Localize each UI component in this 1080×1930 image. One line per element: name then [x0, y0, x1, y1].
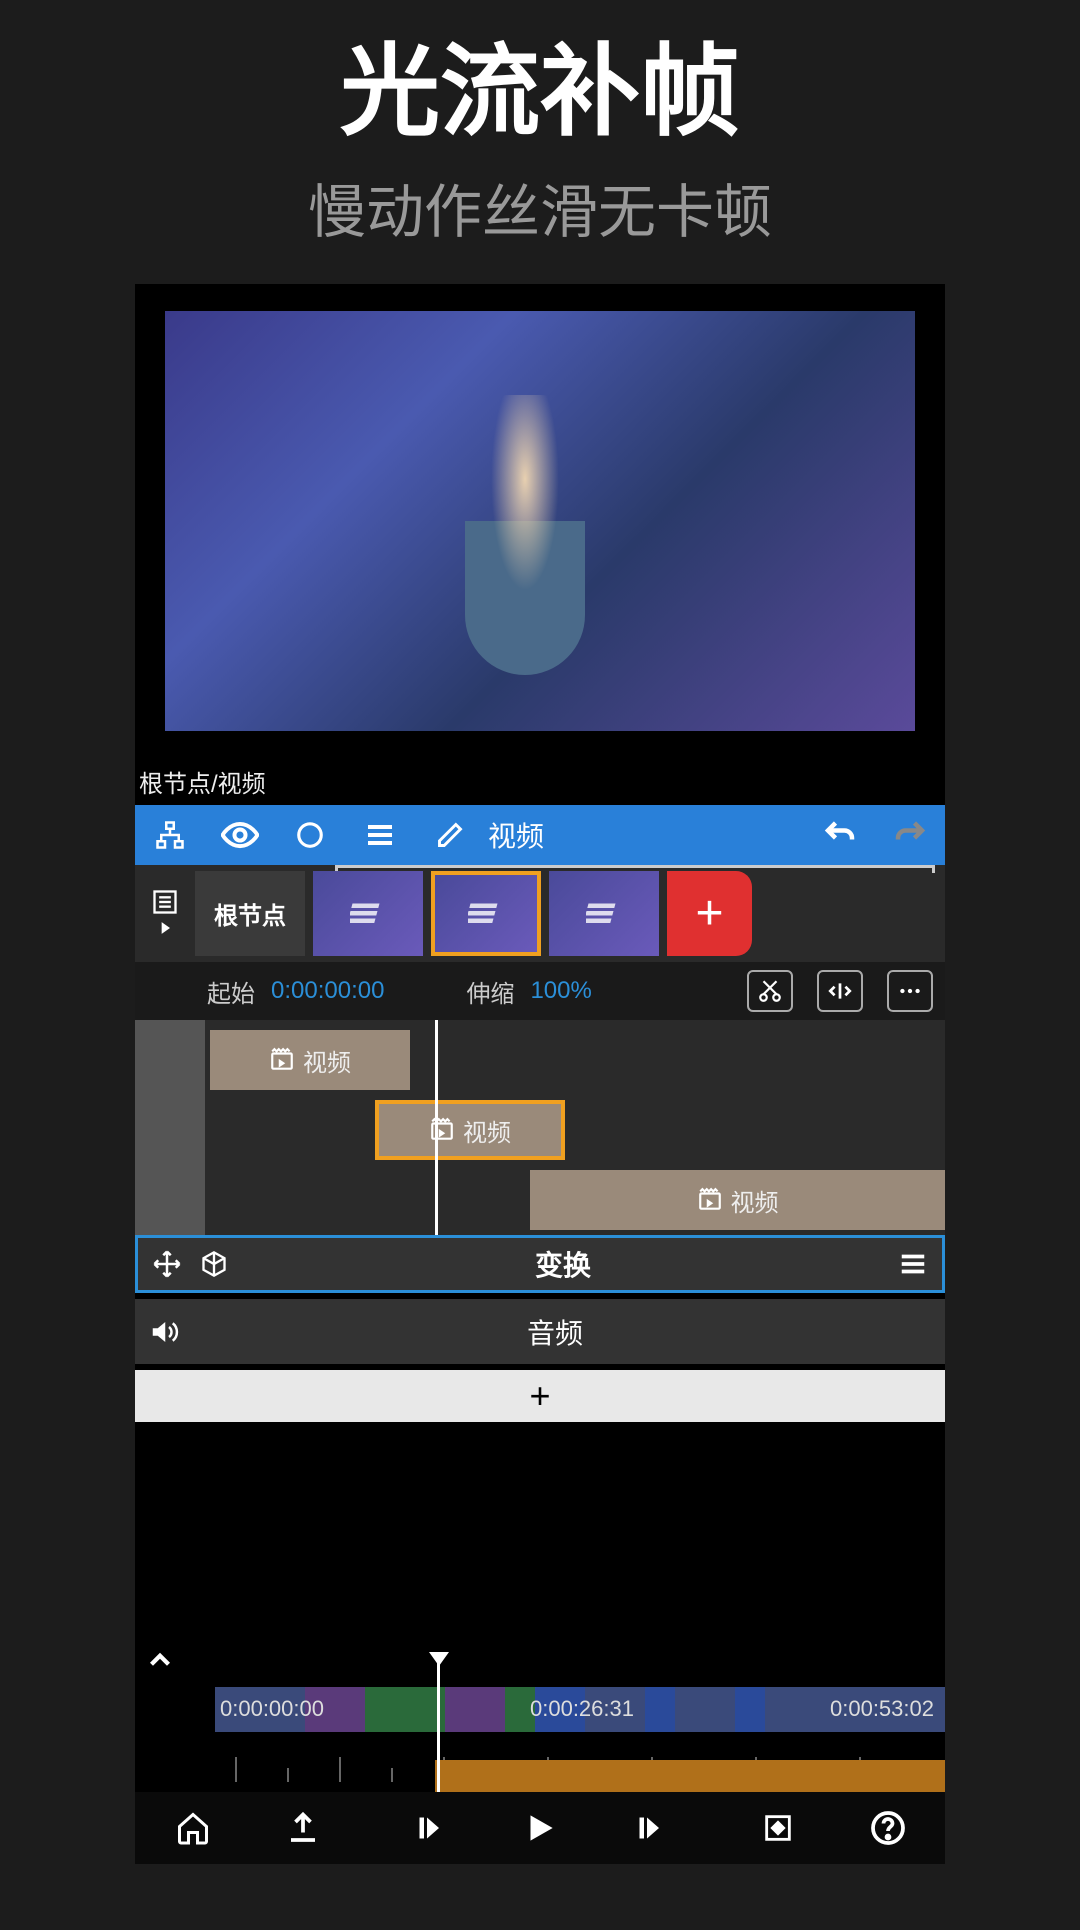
- more-button[interactable]: [887, 970, 933, 1012]
- edit-icon[interactable]: [430, 815, 470, 855]
- scale-label: 伸缩: [466, 974, 514, 1009]
- timecode-0: 0:00:00:00: [220, 1696, 324, 1722]
- breadcrumb: 根节点/视频: [135, 758, 945, 805]
- audio-bar[interactable]: 音频: [135, 1299, 945, 1364]
- page-title: 光流补帧: [0, 10, 1080, 155]
- cut-button[interactable]: [747, 970, 793, 1012]
- track-clip-2[interactable]: 视频: [375, 1100, 565, 1160]
- menu-icon[interactable]: [898, 1249, 928, 1279]
- timeline-segment[interactable]: [645, 1687, 675, 1732]
- clips-row: 根节点 +: [135, 865, 945, 962]
- editor-window: 根节点/视频 视频 根节点: [135, 284, 945, 1864]
- home-button[interactable]: [165, 1801, 220, 1856]
- timecode-1: 0:00:26:31: [530, 1696, 634, 1722]
- collapse-icon[interactable]: [143, 1643, 177, 1677]
- menu-icon[interactable]: [360, 815, 400, 855]
- speaker-icon[interactable]: [149, 1317, 179, 1347]
- timeline-segment[interactable]: [445, 1687, 505, 1732]
- play-button[interactable]: [513, 1801, 568, 1856]
- redo-icon[interactable]: [890, 815, 930, 855]
- cube-icon[interactable]: [200, 1250, 228, 1278]
- step-back-button[interactable]: [403, 1801, 458, 1856]
- track-gutter: [135, 1020, 205, 1235]
- timeline-segment[interactable]: [365, 1687, 445, 1732]
- circle-icon[interactable]: [290, 815, 330, 855]
- preview-area[interactable]: [135, 284, 945, 758]
- track-clip-label: 视频: [731, 1183, 779, 1218]
- keyframe-button[interactable]: [750, 1801, 805, 1856]
- move-icon[interactable]: [152, 1249, 182, 1279]
- help-button[interactable]: [860, 1801, 915, 1856]
- page-subtitle: 慢动作丝滑无卡顿: [0, 165, 1080, 249]
- step-forward-button[interactable]: [623, 1801, 678, 1856]
- timeline-segment[interactable]: [735, 1687, 765, 1732]
- transform-bar[interactable]: 变换: [135, 1235, 945, 1293]
- track-clip-label: 视频: [303, 1043, 351, 1078]
- timeline-playhead-icon[interactable]: [437, 1662, 440, 1792]
- undo-icon[interactable]: [820, 815, 860, 855]
- root-node-button[interactable]: 根节点: [195, 871, 305, 956]
- scale-value[interactable]: 100%: [530, 977, 591, 1005]
- clip-thumb-3[interactable]: [549, 871, 659, 956]
- transform-label: 变换: [246, 1244, 880, 1284]
- clip-info-bar: 起始 0:00:00:00 伸缩 100%: [135, 962, 945, 1020]
- timeline-selection[interactable]: [435, 1760, 945, 1792]
- track-clip-label: 视频: [463, 1113, 511, 1148]
- clips-panel-toggle[interactable]: [135, 888, 195, 940]
- start-label: 起始: [207, 974, 255, 1009]
- export-button[interactable]: [275, 1801, 330, 1856]
- clip-thumb-2[interactable]: [431, 871, 541, 956]
- timecode-2: 0:00:53:02: [830, 1696, 934, 1722]
- audio-label: 音频: [179, 1312, 931, 1352]
- top-toolbar: 视频: [135, 805, 945, 865]
- add-clip-button[interactable]: +: [667, 871, 752, 956]
- clip-thumb-1[interactable]: [313, 871, 423, 956]
- hierarchy-icon[interactable]: [150, 815, 190, 855]
- split-button[interactable]: [817, 970, 863, 1012]
- timeline-area[interactable]: 0:00:00:00 0:00:26:31 0:00:53:02: [135, 1422, 945, 1792]
- track-area[interactable]: 视频 视频 视频: [135, 1020, 945, 1235]
- track-clip-1[interactable]: 视频: [210, 1030, 410, 1090]
- track-clip-3[interactable]: 视频: [530, 1170, 945, 1230]
- add-track-button[interactable]: +: [135, 1370, 945, 1422]
- toolbar-edit-label: 视频: [488, 815, 544, 855]
- visibility-icon[interactable]: [220, 815, 260, 855]
- timeline-segment[interactable]: [675, 1687, 735, 1732]
- start-value[interactable]: 0:00:00:00: [271, 977, 384, 1005]
- preview-video-frame: [165, 311, 915, 731]
- playhead-icon[interactable]: [435, 1020, 438, 1235]
- bottom-nav: [135, 1792, 945, 1864]
